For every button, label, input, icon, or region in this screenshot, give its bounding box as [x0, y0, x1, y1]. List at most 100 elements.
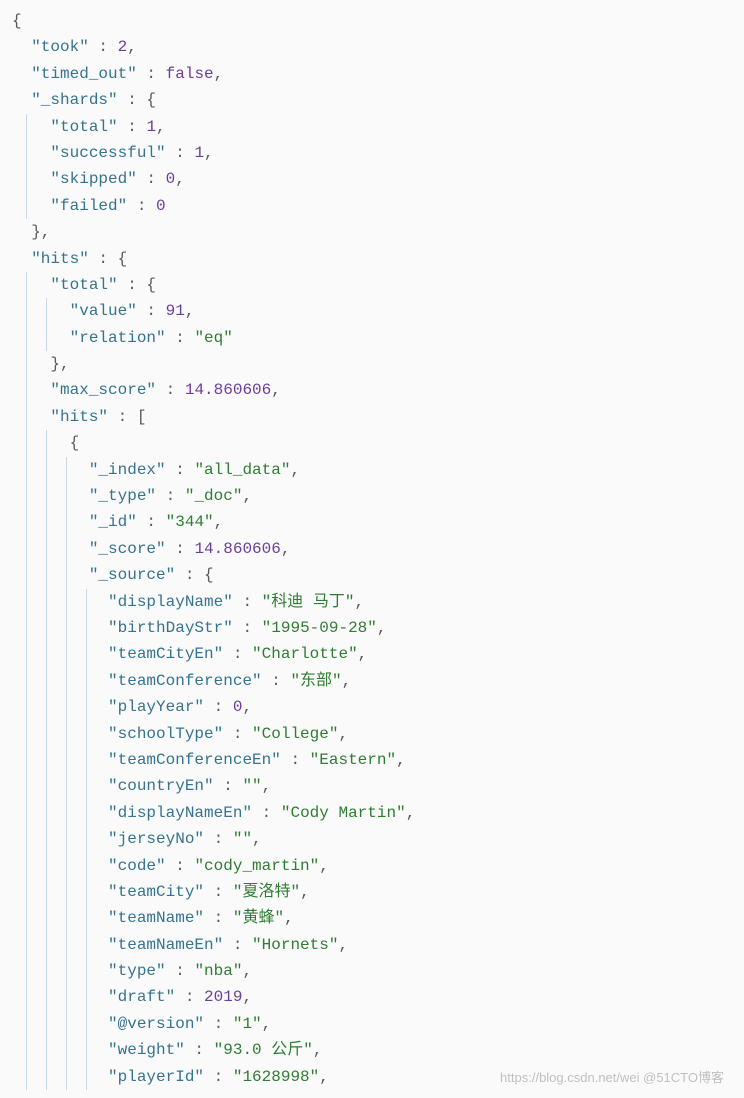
indent-guide — [46, 747, 47, 773]
indent-guide — [26, 377, 27, 403]
token-punc: , — [377, 619, 387, 637]
token-punc: , — [214, 513, 224, 531]
indent-guide — [46, 430, 47, 456]
token-punc: : — [185, 1041, 214, 1059]
token-num: 0 — [233, 698, 243, 716]
token-punc: , — [242, 962, 252, 980]
token-bool: false — [166, 65, 214, 83]
token-key: "value" — [70, 302, 137, 320]
indent-guide — [26, 853, 27, 879]
indent-guide — [66, 984, 67, 1010]
token-key: "teamCityEn" — [108, 645, 223, 663]
indent-guide — [26, 879, 27, 905]
indent-guide — [26, 166, 27, 192]
code-line: "teamName" : "黄蜂", — [12, 905, 732, 931]
token-punc: , — [204, 144, 214, 162]
token-key: "weight" — [108, 1041, 185, 1059]
code-line: "skipped" : 0, — [12, 166, 732, 192]
indent-guide — [66, 932, 67, 958]
indent-guide — [46, 1037, 47, 1063]
indent-guide — [46, 932, 47, 958]
code-line: { — [12, 430, 732, 456]
token-punc: : — [137, 302, 166, 320]
code-line: { — [12, 8, 732, 34]
token-str: "344" — [166, 513, 214, 531]
token-key: "total" — [50, 118, 117, 136]
token-key: "teamCity" — [108, 883, 204, 901]
code-line: "timed_out" : false, — [12, 61, 732, 87]
indent-guide — [26, 694, 27, 720]
indent-guide — [66, 1064, 67, 1090]
token-key: "total" — [50, 276, 117, 294]
token-punc: , — [214, 65, 224, 83]
token-punc: , — [185, 302, 195, 320]
token-punc: , — [271, 381, 281, 399]
token-punc: : — [223, 645, 252, 663]
code-line: "max_score" : 14.860606, — [12, 377, 732, 403]
indent-guide — [26, 457, 27, 483]
token-punc: , — [313, 1041, 323, 1059]
code-line: "_score" : 14.860606, — [12, 536, 732, 562]
indent-guide — [46, 562, 47, 588]
indent-guide — [46, 1011, 47, 1037]
token-str: "nba" — [194, 962, 242, 980]
indent-guide — [26, 1064, 27, 1090]
token-str: "College" — [252, 725, 338, 743]
indent-guide — [26, 773, 27, 799]
indent-guide — [26, 509, 27, 535]
token-key: "failed" — [50, 197, 127, 215]
indent-guide — [26, 668, 27, 694]
code-line: "code" : "cody_martin", — [12, 853, 732, 879]
indent-guide — [26, 641, 27, 667]
indent-guide — [26, 404, 27, 430]
indent-guide — [26, 140, 27, 166]
token-key: "teamNameEn" — [108, 936, 223, 954]
token-str: "Hornets" — [252, 936, 338, 954]
token-punc: { — [70, 434, 80, 452]
json-code-block: { "took" : 2, "timed_out" : false, "_sha… — [12, 8, 732, 1090]
token-num: 14.860606 — [185, 381, 271, 399]
indent-guide — [26, 905, 27, 931]
indent-guide — [66, 853, 67, 879]
indent-guide — [46, 1064, 47, 1090]
code-line: "relation" : "eq" — [12, 325, 732, 351]
token-str: "夏洛特" — [233, 883, 300, 901]
token-key: "hits" — [31, 250, 89, 268]
token-key: "displayName" — [108, 593, 233, 611]
code-line: "teamConference" : "东部", — [12, 668, 732, 694]
indent-guide — [66, 562, 67, 588]
token-punc: , — [342, 672, 352, 690]
indent-guide — [46, 615, 47, 641]
code-line: "teamCity" : "夏洛特", — [12, 879, 732, 905]
token-key: "_shards" — [31, 91, 117, 109]
token-punc: : — [156, 381, 185, 399]
token-key: "skipped" — [50, 170, 136, 188]
token-key: "birthDayStr" — [108, 619, 233, 637]
token-key: "playerId" — [108, 1068, 204, 1086]
indent-guide — [26, 615, 27, 641]
indent-guide — [46, 325, 47, 351]
token-num: 0 — [156, 197, 166, 215]
token-punc: : — [223, 725, 252, 743]
token-punc: , — [252, 830, 262, 848]
token-num: 1 — [194, 144, 204, 162]
token-key: "jerseyNo" — [108, 830, 204, 848]
token-punc: , — [242, 698, 252, 716]
code-line: "teamConferenceEn" : "Eastern", — [12, 747, 732, 773]
token-punc: : { — [89, 250, 127, 268]
indent-guide — [26, 721, 27, 747]
token-str: "" — [233, 830, 252, 848]
indent-guide — [46, 668, 47, 694]
token-punc: : — [281, 751, 310, 769]
token-str: "Eastern" — [310, 751, 396, 769]
token-punc: , — [354, 593, 364, 611]
token-key: "schoolType" — [108, 725, 223, 743]
indent-guide — [66, 641, 67, 667]
code-line: "displayNameEn" : "Cody Martin", — [12, 800, 732, 826]
indent-guide — [66, 958, 67, 984]
token-str: "all_data" — [194, 461, 290, 479]
token-num: 2 — [118, 38, 128, 56]
token-key: "_id" — [89, 513, 137, 531]
code-line: "birthDayStr" : "1995-09-28", — [12, 615, 732, 641]
indent-guide — [26, 932, 27, 958]
